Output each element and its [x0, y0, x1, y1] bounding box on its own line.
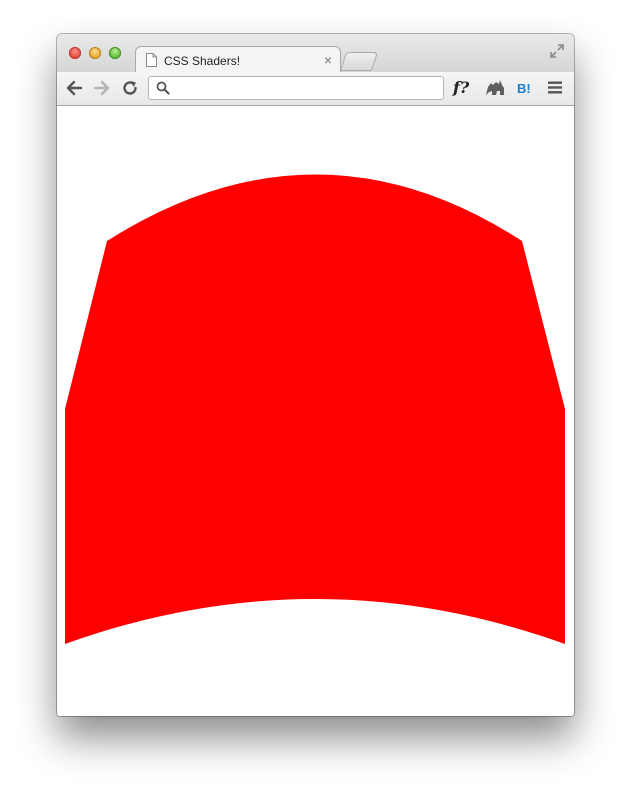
tab-close-icon[interactable]: × [324, 52, 332, 68]
minimize-window-button[interactable] [89, 47, 101, 59]
toolbar: f? B! [57, 72, 574, 106]
address-input[interactable] [175, 79, 437, 97]
close-window-button[interactable] [69, 47, 81, 59]
back-arrow-icon[interactable] [65, 79, 83, 97]
title-bar: CSS Shaders! × [57, 34, 574, 75]
red-shader-shape [65, 174, 565, 644]
reload-icon[interactable] [121, 79, 139, 97]
page-icon [146, 53, 157, 67]
omnibox[interactable] [148, 76, 444, 100]
rhino-extension-icon[interactable] [485, 79, 505, 97]
browser-window: CSS Shaders! × f? B! [57, 34, 574, 716]
forward-arrow-icon[interactable] [93, 79, 111, 97]
fquestion-extension-icon[interactable]: f? [453, 78, 469, 97]
zoom-window-button[interactable] [109, 47, 121, 59]
menu-icon[interactable] [548, 81, 562, 94]
tab-css-shaders[interactable]: CSS Shaders! × [135, 46, 341, 75]
page-viewport [57, 106, 574, 716]
fullscreen-icon[interactable] [550, 44, 564, 58]
tab-title: CSS Shaders! [164, 54, 241, 68]
new-tab-button[interactable] [339, 52, 379, 71]
search-icon [156, 81, 170, 95]
hatena-bookmark-icon[interactable]: B! [517, 81, 531, 96]
